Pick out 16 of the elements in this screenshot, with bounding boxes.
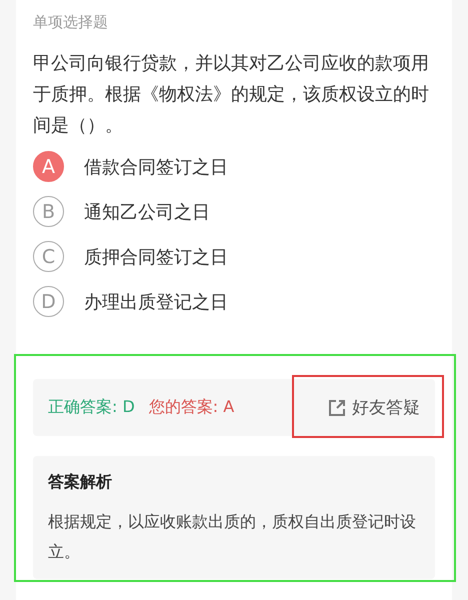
answer-option[interactable]: C 质押合同签订之日 (33, 241, 435, 272)
option-letter: A (33, 151, 64, 182)
option-letter: B (33, 196, 64, 227)
correct-answer: 正确答案: D (48, 397, 135, 418)
analysis-text: 根据规定，以应收账款出质的，质权自出质登记时设立。 (48, 511, 417, 563)
option-letter: D (33, 286, 64, 317)
answer-option[interactable]: B 通知乙公司之日 (33, 196, 435, 227)
option-letter: C (33, 241, 64, 272)
question-type: 单项选择题 (33, 12, 109, 33)
your-answer: 您的答案: A (148, 397, 234, 418)
ask-friend-button[interactable]: 好友答疑 (328, 396, 420, 419)
question-text: 甲公司向银行贷款，并以其对乙公司应收的款项用于质押。根据《物权法》的规定，该质权设立的时间是（）。 (33, 52, 430, 138)
answer-option[interactable]: A 借款合同签订之日 (33, 151, 435, 182)
share-icon (328, 398, 346, 416)
analysis-title: 答案解析 (48, 472, 113, 493)
answer-option[interactable]: D 办理出质登记之日 (33, 286, 435, 317)
